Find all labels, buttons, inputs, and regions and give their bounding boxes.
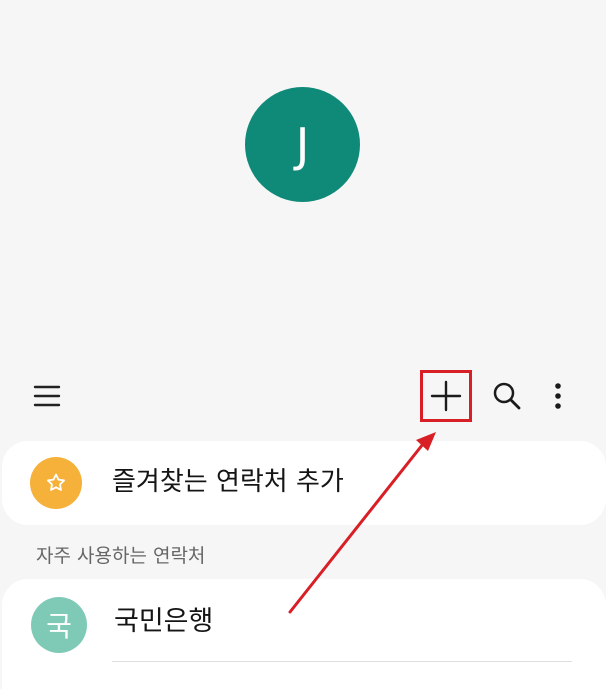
add-contact-button[interactable] xyxy=(420,370,472,422)
favorite-star-badge xyxy=(30,457,82,509)
more-vertical-icon xyxy=(555,383,561,409)
star-icon xyxy=(47,473,65,491)
contact-card[interactable]: 국 국민은행 xyxy=(2,579,606,689)
favorite-label: 즐겨찾는 연락처 추가 xyxy=(112,467,344,497)
more-options-button[interactable] xyxy=(545,378,571,414)
contact-divider xyxy=(112,661,572,662)
contact-avatar-initial: 국 xyxy=(46,610,72,643)
contact-name: 국민은행 xyxy=(114,606,214,637)
search-button[interactable] xyxy=(490,379,524,413)
menu-icon xyxy=(33,385,61,407)
add-favorite-contact-card[interactable]: 즐겨찾는 연락처 추가 xyxy=(2,441,606,525)
search-icon xyxy=(493,382,521,410)
profile-avatar-initial: J xyxy=(295,117,310,172)
menu-button[interactable] xyxy=(30,380,64,412)
frequent-contacts-title: 자주 사용하는 연락처 xyxy=(36,545,206,567)
contact-avatar: 국 xyxy=(31,597,87,653)
plus-icon xyxy=(430,380,462,412)
profile-avatar[interactable]: J xyxy=(245,87,360,202)
